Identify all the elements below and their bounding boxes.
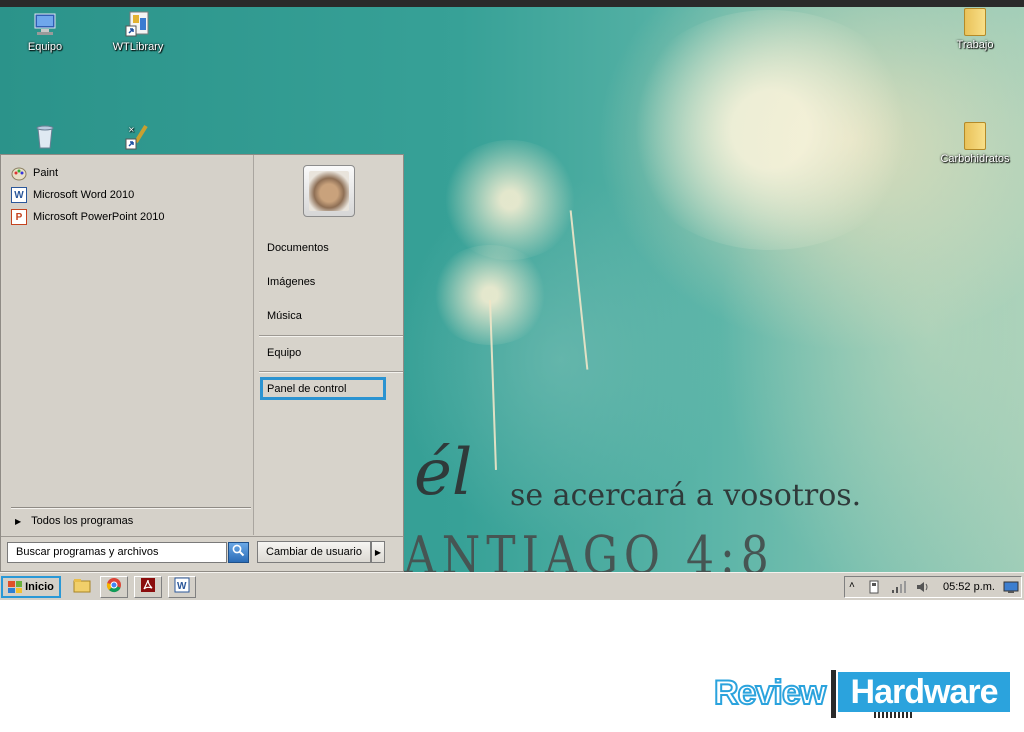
logo-hardware-text: Hardware [838,672,1010,712]
start-menu-programs-pane: Paint W Microsoft Word 2010 P Microsoft … [3,157,253,535]
logo-review-text: Review [713,673,827,713]
program-label: Microsoft PowerPoint 2010 [33,211,165,223]
windows-flag-icon [8,581,23,593]
separator [11,507,251,509]
switch-user-options-button[interactable]: ▶ [371,541,385,563]
svg-text:×: × [128,125,135,134]
taskbar: Inicio W ˄ 05:52 p.m. [0,572,1024,600]
recycle-bin-icon [31,122,59,150]
explorer-icon [73,577,91,598]
computer-icon [31,10,59,38]
word-icon: W [11,187,27,203]
separator [259,335,403,337]
chevron-up-icon[interactable]: ˄ [849,580,855,591]
clock[interactable]: 05:52 p.m. [943,581,995,593]
folder-icon [961,122,989,150]
tool-shortcut-icon: × [124,122,152,150]
start-button[interactable]: Inicio [1,576,61,598]
desktop-icon-label: WTLibrary [112,41,164,53]
places-item-documents[interactable]: Documentos [267,242,329,254]
logo-divider [831,670,836,718]
svg-text:W: W [177,581,187,592]
search-input[interactable]: Buscar programas y archivos [7,542,227,563]
taskbar-acrobat-button[interactable] [134,576,162,598]
desktop-icon-equipo[interactable]: Equipo [5,10,85,53]
dandelion-seed [440,140,580,260]
desktop-icon-tool-shortcut[interactable]: × [98,122,178,153]
search-icon [232,544,245,562]
desktop-icon-label: Carbohidratos [940,153,1010,165]
volume-icon[interactable] [915,580,931,597]
start-menu: Paint W Microsoft Word 2010 P Microsoft … [0,154,404,572]
logo-chip-decoration [874,712,914,718]
wallpaper-reference: ANTIAGO 4:8 [404,525,775,572]
folder-icon [961,8,989,36]
pane-divider [253,155,254,535]
desktop-icon-wtlibrary[interactable]: WTLibrary [98,10,178,53]
search-button[interactable] [228,542,249,563]
arrow-right-icon: ▶ [374,547,382,557]
wallpaper-verse: se acercará a vosotros. [510,478,862,513]
places-item-music[interactable]: Música [267,310,302,322]
desktop-icon-trabajo[interactable]: Trabajo [935,8,1015,51]
desktop-icon-label: Equipo [27,41,63,53]
program-label: Paint [33,167,59,179]
all-programs-item[interactable]: ▶ Todos los programas [15,515,133,527]
program-item-paint[interactable]: Paint [11,163,58,183]
places-item-control-panel[interactable]: Panel de control [260,377,386,400]
start-label: Inicio [25,581,54,593]
acrobat-icon [140,577,156,598]
taskbar-word-button[interactable]: W [168,576,196,598]
dandelion-cluster [620,10,920,250]
wallpaper-mark: él [414,436,473,510]
word-icon: W [174,577,190,598]
top-bar [0,0,1024,7]
library-shortcut-icon [124,10,152,38]
user-picture [309,171,349,211]
paint-icon [11,165,27,181]
powerpoint-icon: P [11,209,27,225]
all-programs-label: Todos los programas [31,515,134,527]
avatar[interactable] [303,165,355,217]
desktop-icon-recycle-bin[interactable] [5,122,85,153]
program-item-word[interactable]: W Microsoft Word 2010 [11,185,134,205]
network-signal-icon[interactable] [891,580,907,597]
desktop: él se acercará a vosotros. ANTIAGO 4:8 E… [0,0,1024,572]
separator [259,371,403,373]
start-menu-places-pane: Documentos Imágenes Música Equipo Panel … [255,155,403,535]
places-item-images[interactable]: Imágenes [267,276,315,288]
program-label: Microsoft Word 2010 [33,189,135,201]
system-tray: ˄ 05:52 p.m. [844,576,1022,598]
desktop-icon-carbohidratos[interactable]: Carbohidratos [935,122,1015,165]
switch-user-button[interactable]: Cambiar de usuario [257,541,371,563]
chrome-icon [106,577,122,598]
taskbar-chrome-button[interactable] [100,576,128,598]
desktop-icon-label: Trabajo [956,39,994,51]
start-menu-bottom-bar: Buscar programas y archivos Cambiar de u… [1,536,403,572]
places-item-computer[interactable]: Equipo [267,347,301,359]
taskbar-explorer-button[interactable] [68,576,96,598]
program-item-powerpoint[interactable]: P Microsoft PowerPoint 2010 [11,207,164,227]
show-desktop-icon[interactable] [1003,581,1019,597]
arrow-right-icon: ▶ [15,516,22,526]
safely-remove-icon[interactable] [867,580,881,597]
dandelion-stem [569,210,589,370]
